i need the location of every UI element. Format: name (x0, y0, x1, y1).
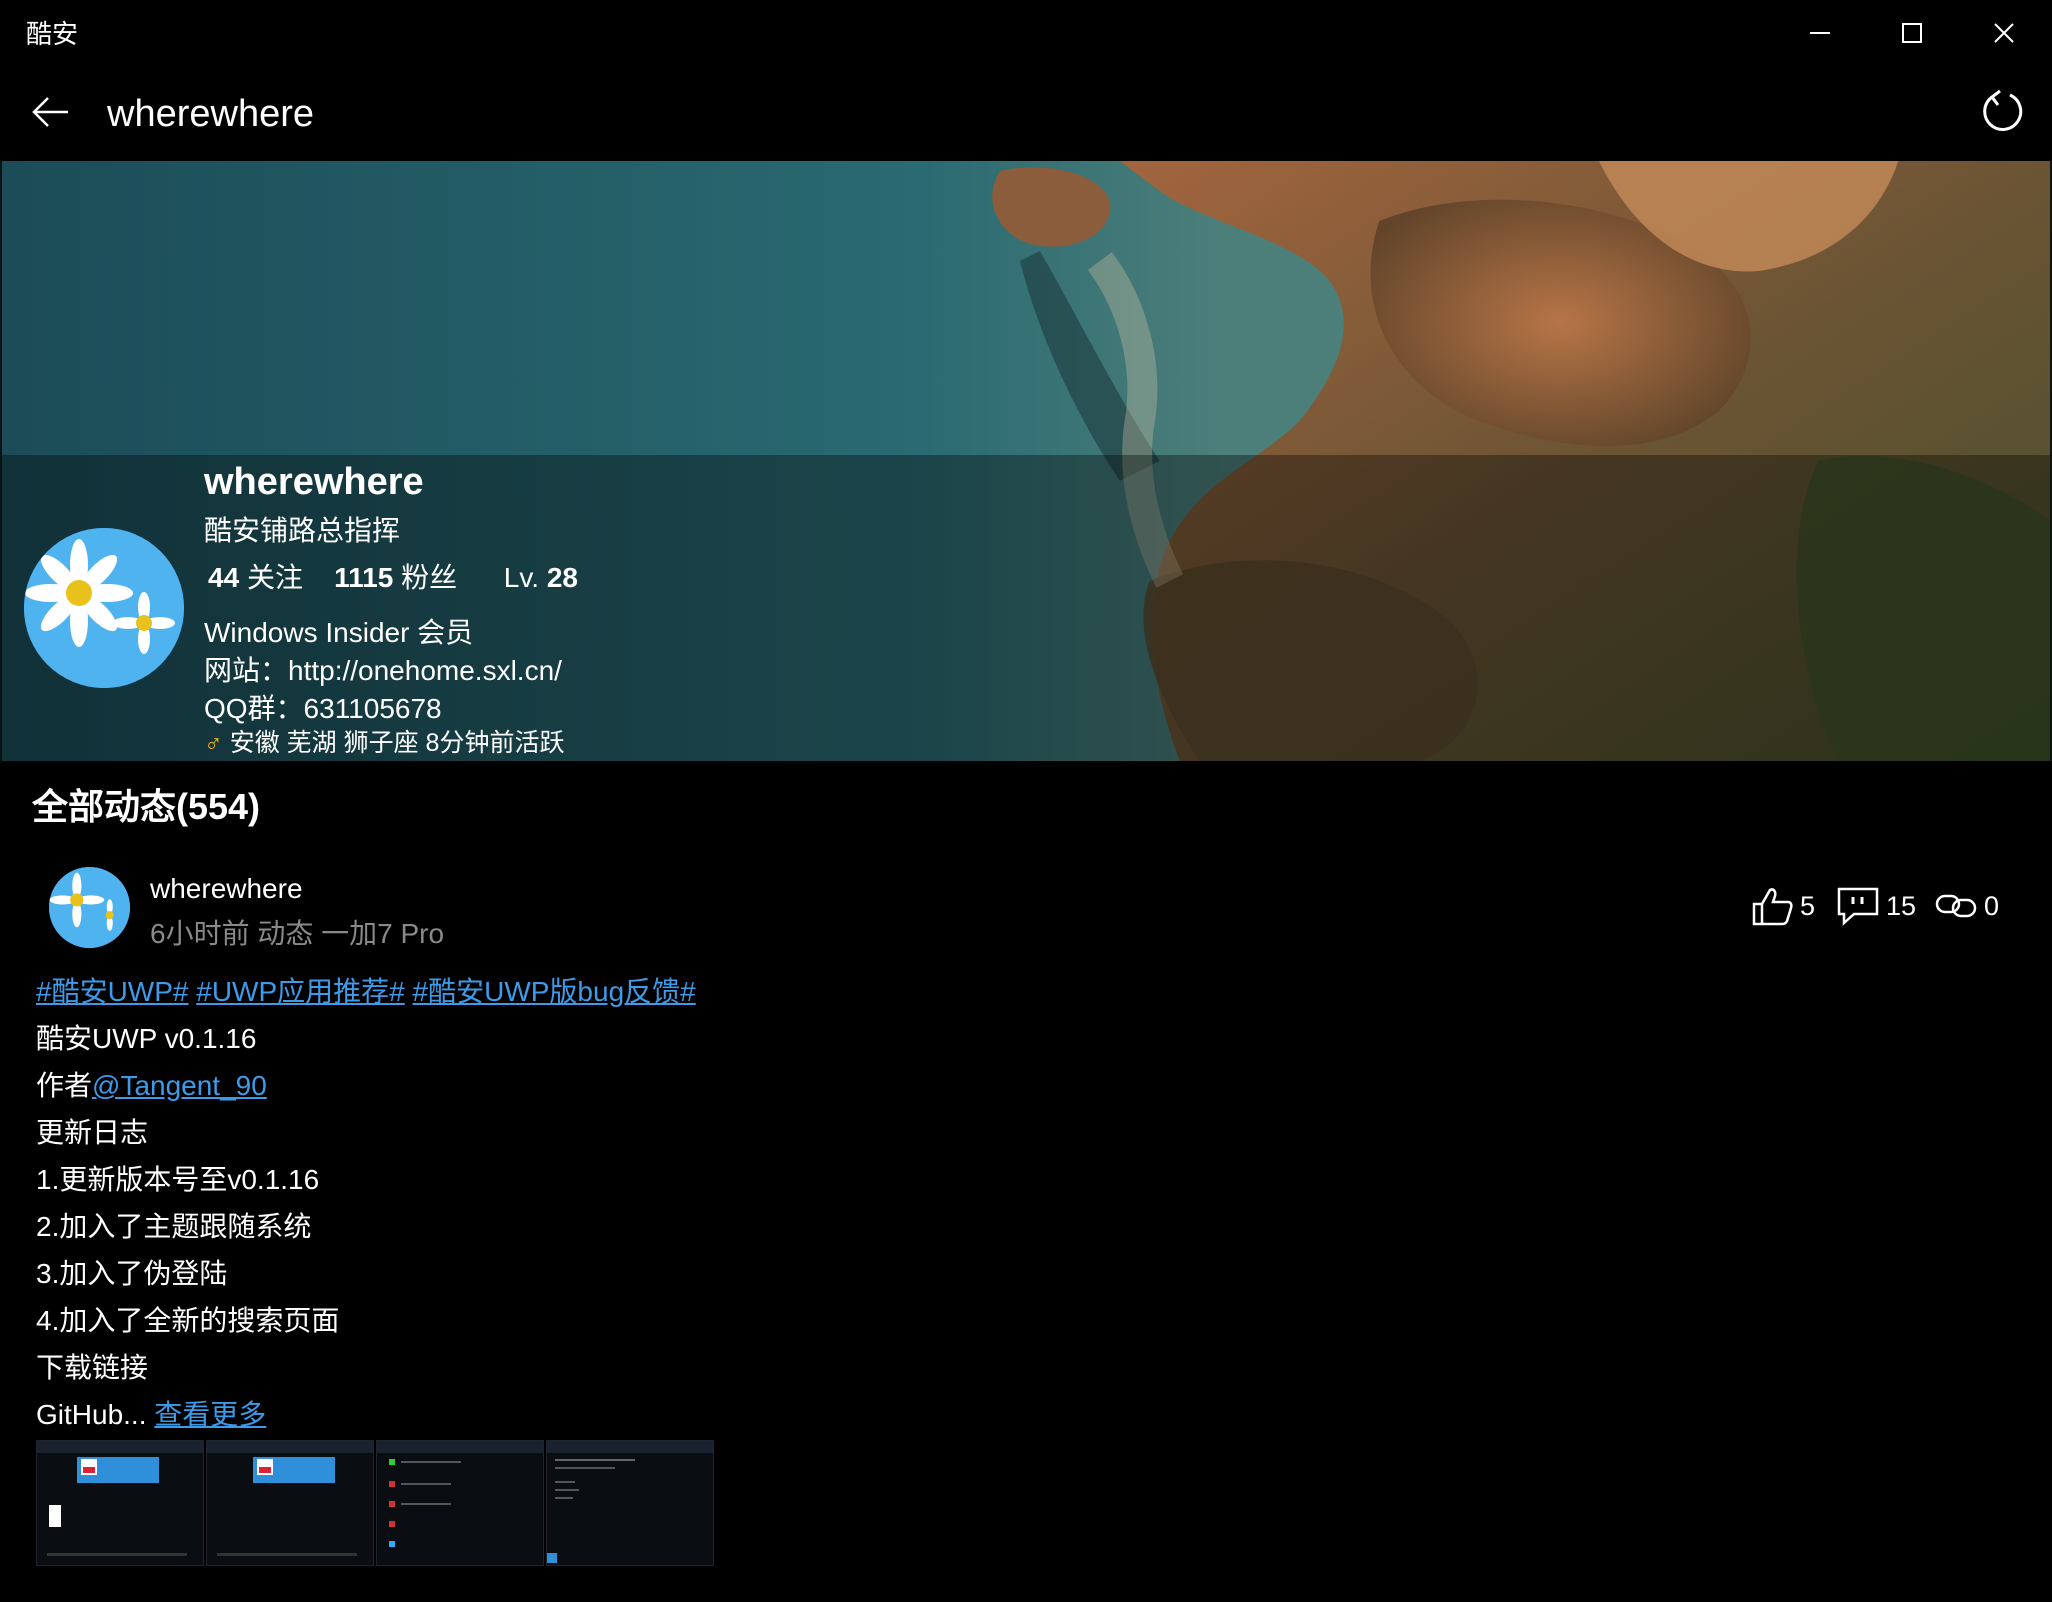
insider-badge-text: Windows Insider 会员 (204, 617, 474, 648)
level-label: Lv. (503, 562, 540, 593)
author-prefix: 作者 (36, 1070, 93, 1101)
link-icon (1935, 894, 1977, 918)
navigation-bar: wherewhere (0, 67, 2052, 161)
location-activity-text: 安徽 芜湖 狮子座 8分钟前活跃 (229, 729, 565, 757)
comment-count: 15 (1886, 890, 1917, 921)
see-more-link[interactable]: 查看更多 (154, 1399, 266, 1430)
followers-label: 粉丝 (401, 562, 458, 593)
followers-stat[interactable]: 1115 粉丝 (334, 562, 457, 593)
post-image-gallery (36, 1440, 714, 1566)
share-count: 0 (1984, 890, 2000, 921)
followers-count: 1115 (334, 562, 394, 593)
close-icon (1994, 23, 2014, 43)
title-bar: 酷安 (0, 0, 2052, 67)
level-stat: Lv. 28 (504, 562, 578, 593)
daisy-avatar-image (24, 528, 184, 688)
page-title: wherewhere (107, 93, 314, 135)
comment-button[interactable]: 15 (1836, 886, 1916, 926)
post-line: 3.加入了伪登陆 (36, 1258, 228, 1289)
user-mention[interactable]: @Tangent_90 (92, 1070, 267, 1101)
truncated-text: GitHub... (36, 1399, 147, 1430)
location-line: ♂ 安徽 芜湖 狮子座 8分钟前活跃 (204, 723, 564, 759)
post-line: 2.加入了主题跟随系统 (36, 1211, 312, 1242)
post-line: 4.加入了全新的搜索页面 (36, 1305, 340, 1336)
like-button[interactable]: 5 (1750, 886, 1815, 926)
following-label: 关注 (246, 562, 303, 593)
refresh-icon (1983, 89, 2023, 131)
post-author-name[interactable]: wherewhere (150, 873, 303, 905)
male-gender-icon: ♂ (204, 729, 223, 757)
daisy-avatar-image (49, 867, 130, 948)
like-count: 5 (1800, 890, 1816, 921)
back-button[interactable] (26, 87, 76, 137)
arrow-left-icon (32, 97, 68, 127)
post-image-thumbnail[interactable] (206, 1440, 374, 1566)
following-count: 44 (208, 562, 240, 593)
post-image-thumbnail[interactable] (36, 1440, 204, 1566)
app-screenshot-image (37, 1441, 203, 1556)
profile-stats: 44 关注 1115 粉丝 Lv. 28 (208, 556, 578, 596)
following-stat[interactable]: 44 关注 (208, 562, 303, 593)
post-tags: #酷安UWP# #UWP应用推荐# #酷安UWP版bug反馈# (36, 968, 696, 1015)
maximize-icon (1902, 23, 1922, 43)
minimize-icon (1810, 32, 1830, 34)
profile-bio: 酷安铺路总指挥 (204, 515, 401, 546)
app-screenshot-image (547, 1441, 713, 1563)
qq-group-text: QQ群：631105678 (204, 693, 442, 724)
post-line: 下载链接 (36, 1352, 149, 1383)
level-value: 28 (546, 562, 578, 593)
post-line-truncated: GitHub... 查看更多 (36, 1391, 696, 1438)
app-title: 酷安 (26, 19, 79, 49)
post-content: #酷安UWP# #UWP应用推荐# #酷安UWP版bug反馈# 酷安UWP v0… (36, 968, 696, 1438)
post-line: 更新日志 (36, 1117, 149, 1148)
post-line-author: 作者@Tangent_90 (36, 1062, 696, 1109)
app-screenshot-image (377, 1441, 543, 1547)
website-text[interactable]: 网站：http://onehome.sxl.cn/ (204, 649, 562, 689)
profile-name: wherewhere (204, 461, 424, 503)
post-line: 1.更新版本号至v0.1.16 (36, 1164, 320, 1195)
refresh-button[interactable] (1978, 87, 2026, 135)
topic-tag-coolapk-uwp[interactable]: #酷安UWP# (36, 976, 188, 1007)
post-author-avatar[interactable] (49, 867, 130, 948)
topic-tag-bug-feedback[interactable]: #酷安UWP版bug反馈# (413, 976, 696, 1007)
feed-section-title: 全部动态(554) (32, 786, 261, 827)
maximize-button[interactable] (1866, 0, 1958, 67)
share-button[interactable]: 0 (1934, 886, 1999, 926)
post-line-title: 酷安UWP v0.1.16 (36, 1023, 257, 1054)
profile-avatar[interactable] (24, 528, 184, 688)
topic-tag-uwp-recommend[interactable]: #UWP应用推荐# (196, 976, 404, 1007)
profile-banner: wherewhere 酷安铺路总指挥 44 关注 1115 粉丝 Lv. 28 … (0, 161, 2052, 761)
comment-icon (1837, 887, 1879, 926)
post-image-thumbnail[interactable] (546, 1440, 714, 1566)
post-meta: 6小时前 动态 一加7 Pro (150, 918, 445, 949)
minimize-button[interactable] (1774, 0, 1866, 67)
app-screenshot-image (207, 1441, 373, 1556)
post-image-thumbnail[interactable] (376, 1440, 544, 1566)
close-button[interactable] (1958, 0, 2050, 67)
thumbs-up-icon (1752, 888, 1793, 926)
